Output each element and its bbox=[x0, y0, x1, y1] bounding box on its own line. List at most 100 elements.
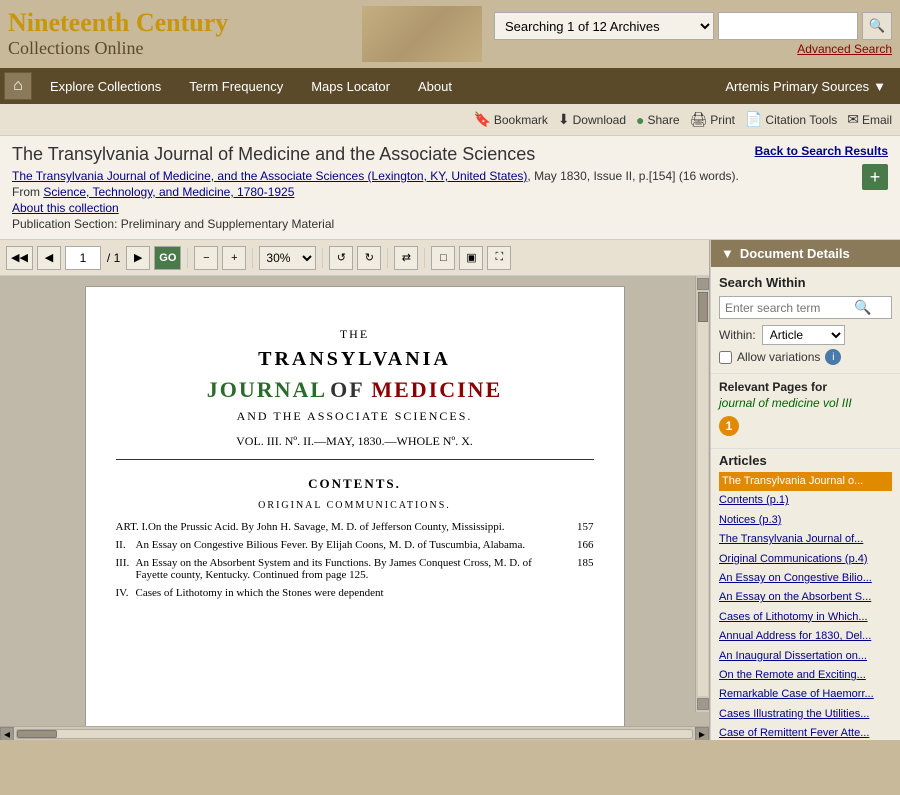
article-item-11[interactable]: Remarkable Case of Haemorr... bbox=[719, 685, 892, 704]
document-details-header[interactable]: ▼ Document Details bbox=[711, 240, 900, 267]
zoom-in-button[interactable]: + bbox=[222, 246, 246, 270]
citation-label: Citation Tools bbox=[765, 113, 837, 127]
single-page-button[interactable]: □ bbox=[431, 246, 455, 270]
article-item-9[interactable]: An Inaugural Dissertation on... bbox=[719, 647, 892, 666]
header-decoration bbox=[362, 6, 482, 62]
nav-explore-collections[interactable]: Explore Collections bbox=[36, 68, 175, 104]
toolbar-separator4 bbox=[387, 248, 388, 268]
article-item-2[interactable]: Notices (p.3) bbox=[719, 511, 892, 530]
nav-about[interactable]: About bbox=[404, 68, 466, 104]
doc-actions: Back to Search Results + bbox=[755, 144, 888, 190]
entry4-text: Cases of Lithotomy in which the Stones w… bbox=[136, 587, 594, 599]
viewer-toolbar: ◀◀ ◀ 1 / 1 ▶ GO − + 10%20%30%40%50%75%10… bbox=[0, 240, 709, 276]
within-select[interactable]: Article Document Collection bbox=[762, 325, 845, 345]
search-within-section: Search Within 🔍 Within: Article Document… bbox=[711, 267, 900, 373]
article-item-8[interactable]: Annual Address for 1830, Del... bbox=[719, 627, 892, 646]
go-button[interactable]: GO bbox=[154, 246, 181, 270]
scroll-thumb[interactable] bbox=[698, 292, 708, 322]
nav-maps-locator[interactable]: Maps Locator bbox=[297, 68, 404, 104]
article-item-6[interactable]: An Essay on the Absorbent S... bbox=[719, 588, 892, 607]
advanced-search-link[interactable]: Advanced Search bbox=[797, 42, 892, 56]
home-button[interactable]: ⌂ bbox=[4, 72, 32, 100]
search-within-input[interactable] bbox=[720, 298, 850, 318]
article-item-1[interactable]: Contents (p.1) bbox=[719, 491, 892, 510]
share-button[interactable]: ● Share bbox=[636, 112, 680, 128]
search-input[interactable] bbox=[718, 12, 858, 40]
article-item-10[interactable]: On the Remote and Exciting... bbox=[719, 666, 892, 685]
flip-button[interactable]: ⇄ bbox=[394, 246, 418, 270]
logo: Nineteenth Century Collections Online bbox=[8, 9, 228, 59]
download-button[interactable]: ⬇ Download bbox=[558, 111, 626, 128]
page-entry-3: III. An Essay on the Absorbent System an… bbox=[116, 557, 594, 581]
relevant-pages-title: Relevant Pages for bbox=[719, 380, 892, 394]
rotate-left-button[interactable]: ↺ bbox=[329, 246, 353, 270]
zoom-out-button[interactable]: − bbox=[194, 246, 218, 270]
h-scroll-thumb[interactable] bbox=[17, 730, 57, 738]
article-item-0[interactable]: The Transylvania Journal o... bbox=[719, 472, 892, 491]
scroll-up-button[interactable] bbox=[697, 278, 709, 290]
article-item-13[interactable]: Case of Remittent Fever Atte... bbox=[719, 724, 892, 740]
print-button[interactable]: 🖨 Print bbox=[690, 111, 735, 128]
header: Nineteenth Century Collections Online Se… bbox=[0, 0, 900, 68]
rotate-right-button[interactable]: ↻ bbox=[357, 246, 381, 270]
allow-variations-checkbox[interactable] bbox=[719, 351, 732, 364]
share-icon: ● bbox=[636, 112, 644, 128]
email-label: Email bbox=[862, 113, 892, 127]
articles-title: Articles bbox=[719, 453, 892, 468]
page-next-button[interactable]: ▶ bbox=[126, 246, 150, 270]
search-button[interactable]: 🔍 bbox=[862, 12, 892, 40]
allow-variations-label: Allow variations bbox=[737, 350, 820, 364]
horizontal-scrollbar[interactable]: ◂ ▸ bbox=[0, 726, 709, 740]
entry2-text: An Essay on Congestive Bilious Fever. By… bbox=[136, 539, 564, 551]
article-item-4[interactable]: Original Communications (p.4) bbox=[719, 550, 892, 569]
page-entry-1: ART. I. On the Prussic Acid. By John H. … bbox=[116, 521, 594, 533]
document-citation: The Transylvania Journal of Medicine, an… bbox=[12, 169, 739, 183]
citation-link[interactable]: The Transylvania Journal of Medicine, an… bbox=[12, 169, 527, 183]
viewer-content[interactable]: THE TRANSYLVANIA JOURNAL OF MEDICINE AND… bbox=[0, 276, 709, 726]
bookmark-label: Bookmark bbox=[494, 113, 548, 127]
scroll-left-button[interactable]: ◂ bbox=[0, 727, 14, 741]
toolbar-separator5 bbox=[424, 248, 425, 268]
vertical-scrollbar[interactable] bbox=[695, 276, 709, 712]
right-panel: ▼ Document Details Search Within 🔍 Withi… bbox=[710, 240, 900, 740]
doc-header-top: The Transylvania Journal of Medicine and… bbox=[12, 144, 888, 231]
toolbar-separator bbox=[187, 248, 188, 268]
document-from: From Science, Technology, and Medicine, … bbox=[12, 185, 739, 199]
nav-term-frequency[interactable]: Term Frequency bbox=[175, 68, 297, 104]
within-label: Within: bbox=[719, 328, 756, 342]
article-item-12[interactable]: Cases Illustrating the Utilities... bbox=[719, 705, 892, 724]
page-orig-comms: ORIGINAL COMMUNICATIONS. bbox=[116, 500, 594, 511]
scroll-down-button[interactable] bbox=[697, 698, 709, 710]
scroll-right-button[interactable]: ▸ bbox=[695, 727, 709, 741]
page-total: / 1 bbox=[105, 251, 122, 265]
print-icon: 🖨 bbox=[690, 111, 708, 128]
article-item-7[interactable]: Cases of Lithotomy in Which... bbox=[719, 608, 892, 627]
search-archives-select[interactable]: Searching 1 of 12 Archives bbox=[494, 12, 714, 40]
two-page-button[interactable]: ▣ bbox=[459, 246, 483, 270]
back-to-search-link[interactable]: Back to Search Results bbox=[755, 144, 888, 158]
doc-details-arrow-icon: ▼ bbox=[721, 246, 734, 261]
artemis-primary-sources-menu[interactable]: Artemis Primary Sources ▼ bbox=[715, 71, 896, 102]
entry2-num: II. bbox=[116, 539, 136, 551]
download-label: Download bbox=[573, 113, 626, 127]
article-item-5[interactable]: An Essay on Congestive Bilio... bbox=[719, 569, 892, 588]
add-button[interactable]: + bbox=[862, 164, 888, 190]
search-within-button[interactable]: 🔍 bbox=[850, 297, 875, 318]
page-and-subtitle: AND THE ASSOCIATE SCIENCES. bbox=[116, 409, 594, 424]
page-prev-button[interactable]: ◀ bbox=[37, 246, 61, 270]
from-link[interactable]: Science, Technology, and Medicine, 1780-… bbox=[43, 185, 294, 199]
citation-tools-button[interactable]: 📄 Citation Tools bbox=[745, 111, 837, 128]
search-within-input-row: 🔍 bbox=[719, 296, 892, 319]
info-icon[interactable]: i bbox=[825, 349, 841, 365]
article-item-3[interactable]: The Transylvania Journal of... bbox=[719, 530, 892, 549]
page-contents: CONTENTS. bbox=[116, 476, 594, 492]
email-button[interactable]: ✉ Email bbox=[847, 111, 892, 128]
page-first-button[interactable]: ◀◀ bbox=[6, 246, 33, 270]
zoom-select[interactable]: 10%20%30%40%50%75%100% bbox=[259, 246, 316, 270]
about-collection-link[interactable]: About this collection bbox=[12, 201, 739, 215]
page-number-input[interactable]: 1 bbox=[65, 246, 101, 270]
document-viewer: ◀◀ ◀ 1 / 1 ▶ GO − + 10%20%30%40%50%75%10… bbox=[0, 240, 710, 740]
relevant-pages-query: journal of medicine vol III bbox=[719, 396, 892, 410]
fullscreen-button[interactable]: ⛶ bbox=[487, 246, 511, 270]
bookmark-button[interactable]: 🔖 Bookmark bbox=[473, 111, 547, 128]
